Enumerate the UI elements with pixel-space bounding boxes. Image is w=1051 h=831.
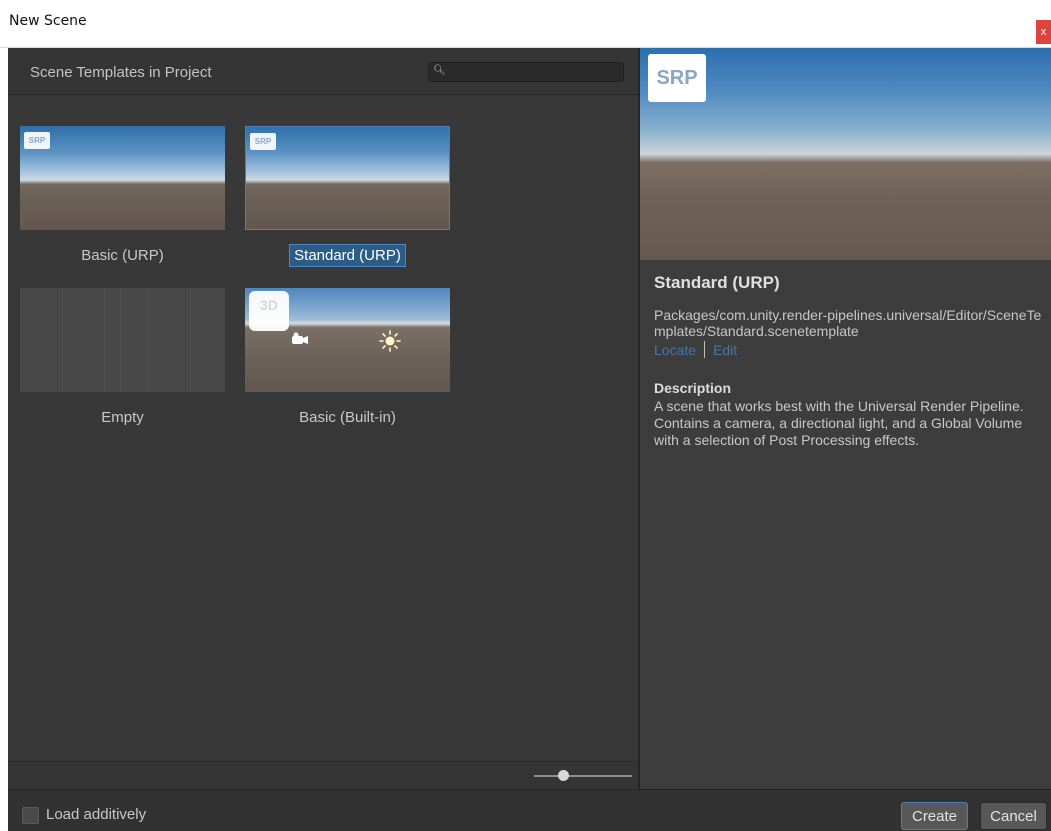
load-additively-label[interactable]: Load additively <box>46 806 146 823</box>
dialog-footer: Load additively Create Cancel <box>8 789 1051 831</box>
srp-badge: SRP <box>250 133 276 150</box>
grid-footer <box>8 761 638 789</box>
title-bar: New Scene x <box>0 0 1051 48</box>
create-button[interactable]: Create <box>901 802 968 830</box>
window-title: New Scene <box>9 13 87 29</box>
template-label: Basic (URP) <box>81 247 164 264</box>
template-thumbnail[interactable]: 3D <box>245 288 450 392</box>
template-preview: SRP <box>640 48 1051 260</box>
template-label: Basic (Built-in) <box>299 409 396 426</box>
load-additively-checkbox[interactable] <box>22 807 39 824</box>
template-label: Standard (URP) <box>245 244 450 267</box>
slider-handle[interactable] <box>558 770 570 781</box>
template-thumbnail[interactable]: SRP <box>20 126 225 230</box>
template-path: Packages/com.unity.render-pipelines.univ… <box>654 307 1042 339</box>
srp-badge: SRP <box>24 132 50 149</box>
camera-icon <box>292 332 308 344</box>
details-panel: SRP Standard (URP) Packages/com.unity.re… <box>640 48 1051 789</box>
description-text: A scene that works best with the Univers… <box>654 398 1024 448</box>
slider-track[interactable] <box>534 775 632 777</box>
locate-link[interactable]: Locate <box>654 342 696 358</box>
link-separator <box>704 341 706 358</box>
template-grid: SRP Basic (URP) SRP Standard (URP) Empty… <box>8 96 638 761</box>
close-button[interactable]: x <box>1036 20 1051 44</box>
srp-badge: SRP <box>648 54 706 102</box>
template-thumbnail[interactable] <box>20 288 225 392</box>
search-icon: 🔍︎ <box>433 65 446 76</box>
search-field[interactable]: 🔍︎ <box>428 62 624 82</box>
template-info: Standard (URP) Packages/com.unity.render… <box>654 273 1046 449</box>
thumbnail-size-slider[interactable] <box>534 770 632 781</box>
search-input[interactable] <box>447 64 619 80</box>
cancel-button[interactable]: Cancel <box>980 802 1047 830</box>
new-scene-dialog: Scene Templates in Project 🔍︎ SRP Basic … <box>8 48 1051 831</box>
templates-header-title: Scene Templates in Project <box>30 64 212 81</box>
template-label: Empty <box>101 409 144 426</box>
template-links: Locate Edit <box>654 341 1046 358</box>
3d-badge: 3D <box>249 291 289 331</box>
template-name: Standard (URP) <box>654 273 780 292</box>
light-icon <box>379 330 401 352</box>
description-title: Description <box>654 380 732 396</box>
templates-panel: Scene Templates in Project 🔍︎ SRP Basic … <box>8 48 638 789</box>
edit-link[interactable]: Edit <box>713 342 737 358</box>
templates-header: Scene Templates in Project 🔍︎ <box>8 48 638 95</box>
template-thumbnail[interactable]: SRP <box>245 126 450 230</box>
